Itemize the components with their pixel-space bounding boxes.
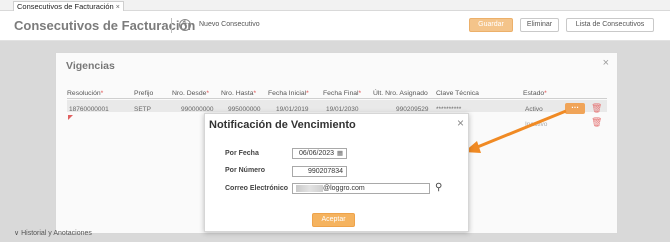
redacted-text: [296, 185, 323, 192]
date-input[interactable]: 06/06/2023 ▦: [292, 148, 347, 159]
header-divider: [171, 18, 172, 33]
delete-button[interactable]: Eliminar: [520, 18, 559, 32]
history-section-toggle[interactable]: ∨ Historial y Anotaciones: [14, 229, 92, 237]
number-input[interactable]: 990207834: [292, 166, 347, 177]
label-por-fecha: Por Fecha: [225, 150, 259, 157]
trash-icon[interactable]: 🗑: [591, 117, 602, 128]
column-header-desde: Nro. Desde*: [172, 90, 210, 97]
column-header-fecha-inicial: Fecha Inicial*: [268, 90, 309, 97]
cell-ultimo: 990209529: [396, 106, 429, 113]
cell-estado: Activo: [525, 106, 543, 113]
column-header-ultimo: Últ. Nro. Asignado: [373, 90, 428, 97]
tab-consecutivos[interactable]: Consecutivos de Facturación ×: [13, 1, 124, 11]
tab-bar: Consecutivos de Facturación ×: [0, 0, 670, 11]
consecutive-list-button[interactable]: Lista de Consecutivos: [566, 18, 654, 32]
cell-fecha-final: 19/01/2030: [326, 106, 359, 113]
column-header-estado: Estado*: [523, 90, 547, 97]
cell-resolucion: 18760000001: [69, 106, 109, 113]
cell-estado-2: Inactivo: [525, 121, 548, 128]
chevron-down-icon: ∨: [14, 230, 20, 237]
header-divider-line: [67, 98, 607, 99]
cell-clave: **********: [436, 106, 462, 113]
trash-icon[interactable]: 🗑: [591, 103, 602, 114]
column-header-fecha-final: Fecha Final*: [323, 90, 362, 97]
row-more-button[interactable]: …: [565, 102, 585, 114]
accept-button[interactable]: Aceptar: [312, 213, 355, 227]
calendar-icon[interactable]: ▦: [337, 149, 343, 158]
history-label: Historial y Anotaciones: [21, 230, 92, 237]
date-value: 06/06/2023: [299, 150, 335, 157]
page-header: Consecutivos de Facturación + Nuevo Cons…: [0, 11, 670, 41]
column-header-clave: Clave Técnica: [436, 90, 479, 97]
new-consecutive-link[interactable]: Nuevo Consecutivo: [199, 21, 260, 28]
column-header-resolucion: Resolución*: [67, 90, 104, 97]
save-button[interactable]: Guardar: [469, 18, 513, 32]
cell-desde: 990000000: [181, 106, 214, 113]
cell-hasta: 995000000: [228, 106, 261, 113]
label-correo: Correo Electrónico: [225, 185, 289, 192]
vigencias-title: Vigencias: [66, 60, 115, 72]
email-value: @loggro.com: [323, 185, 365, 192]
modal-close-icon[interactable]: ×: [457, 116, 464, 130]
cell-prefijo: SETP: [134, 106, 151, 113]
modal-title: Notificación de Vencimiento: [209, 119, 356, 131]
cell-fecha-inicial: 19/01/2019: [276, 106, 309, 113]
vigencias-close-icon[interactable]: ×: [603, 57, 609, 69]
page-title: Consecutivos de Facturación: [14, 18, 196, 33]
column-header-hasta: Nro. Hasta*: [221, 90, 257, 97]
email-input[interactable]: @loggro.com: [292, 183, 430, 194]
column-header-prefijo: Prefijo: [134, 90, 154, 97]
search-icon[interactable]: ⚲: [435, 182, 442, 193]
add-circle-icon[interactable]: +: [179, 19, 191, 31]
label-por-numero: Por Número: [225, 167, 266, 174]
expiration-notification-modal: Notificación de Vencimiento × Por Fecha …: [204, 113, 469, 232]
new-row-marker: [68, 115, 73, 120]
tab-label: Consecutivos de Facturación: [17, 2, 114, 11]
tab-close-icon[interactable]: ×: [116, 4, 120, 11]
